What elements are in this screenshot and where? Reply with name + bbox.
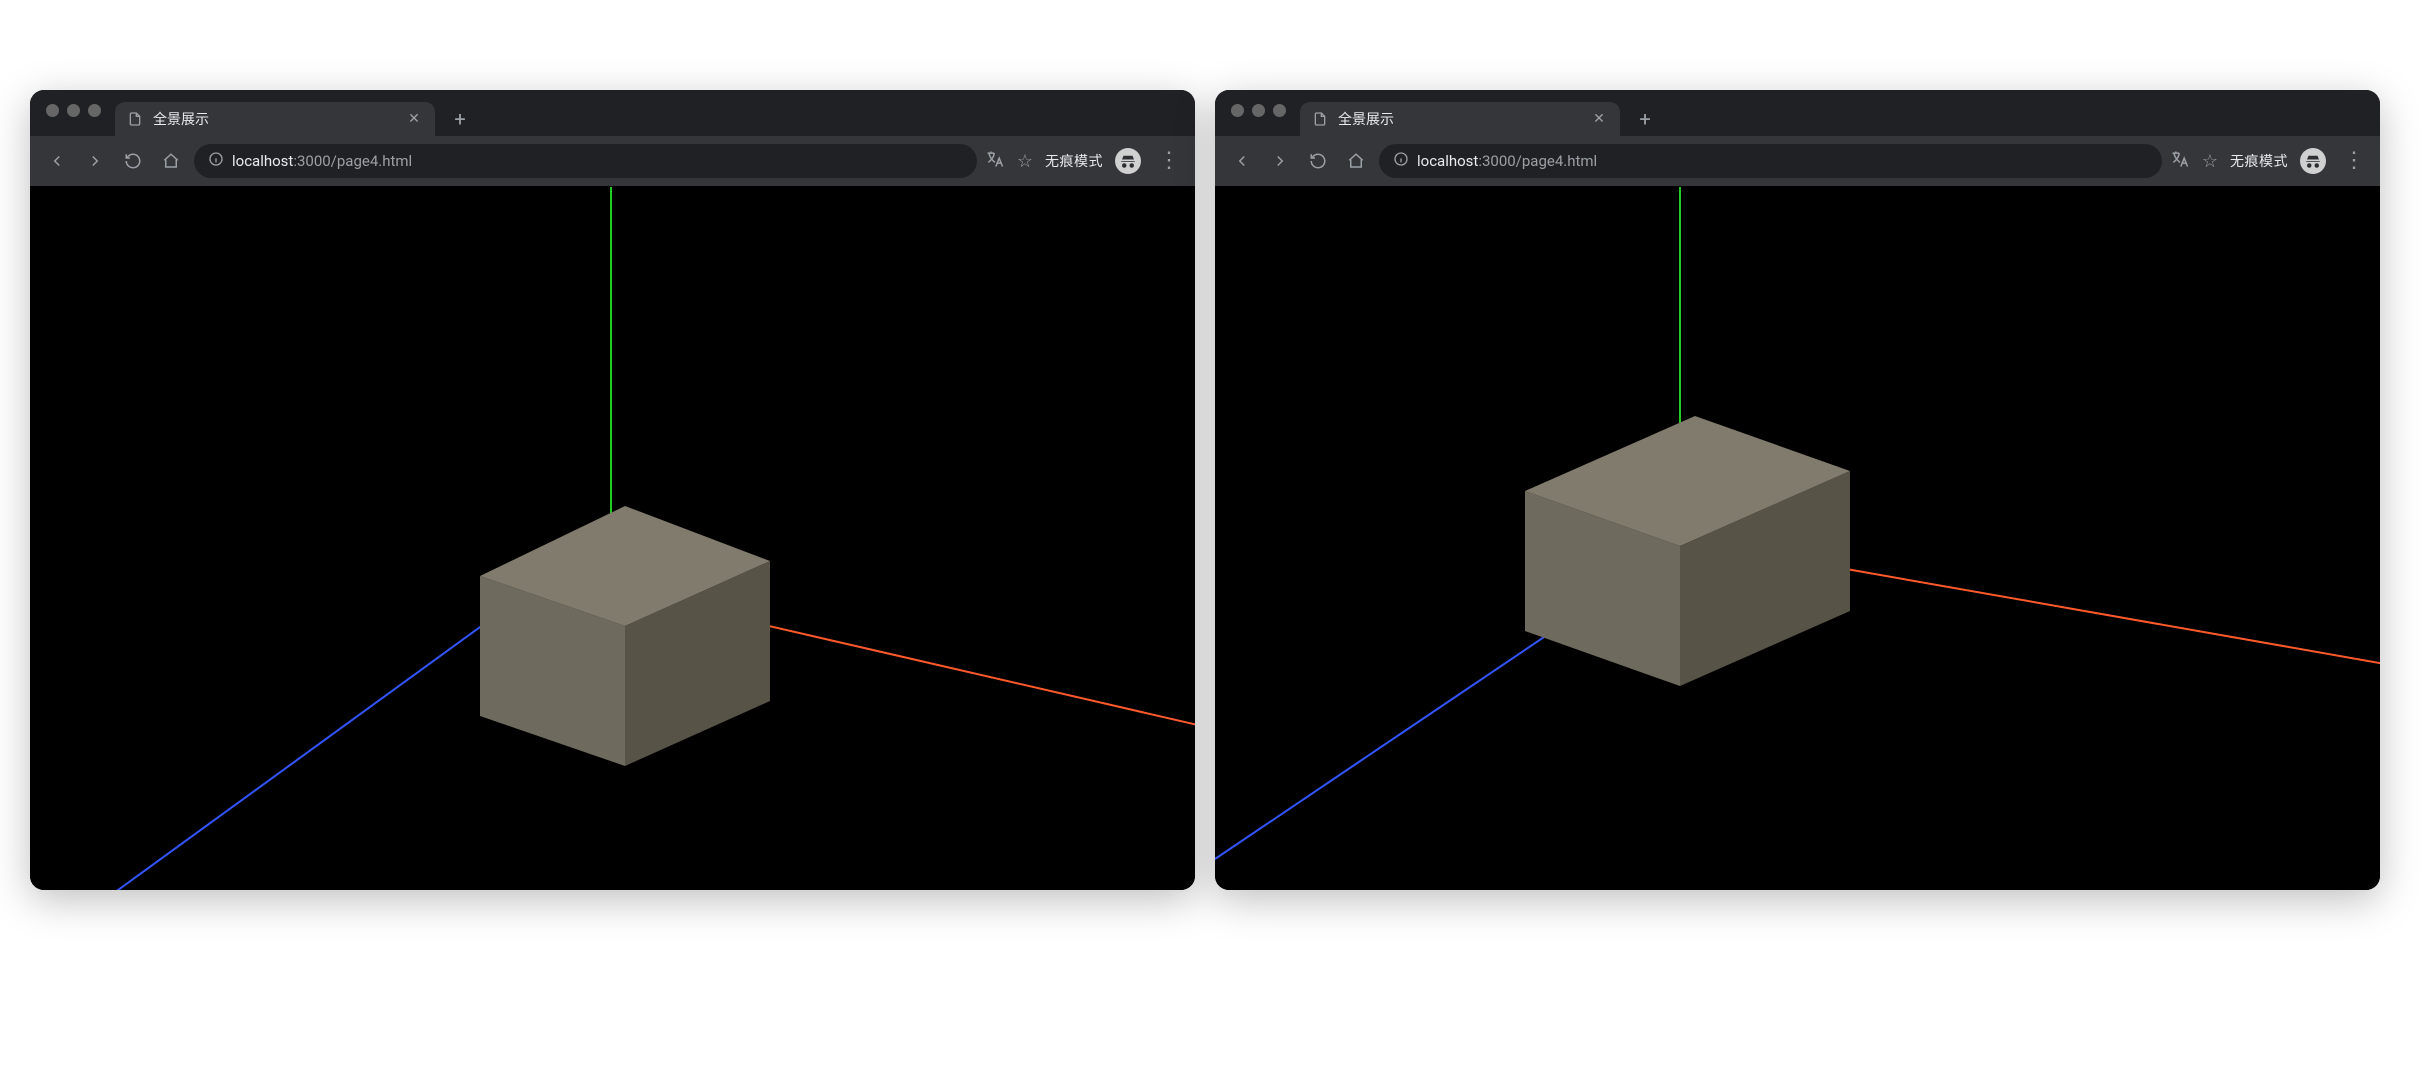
axis-x — [730, 616, 1195, 762]
url-text: localhost:3000/page4.html — [1417, 152, 1597, 170]
traffic-min-icon[interactable] — [1252, 104, 1265, 117]
traffic-close-icon[interactable] — [1231, 104, 1244, 117]
forward-button[interactable] — [1265, 146, 1295, 176]
page-content[interactable] — [1215, 186, 2380, 890]
threejs-scene[interactable] — [30, 186, 1195, 890]
plus-icon: + — [454, 109, 465, 129]
reload-icon — [124, 152, 142, 170]
back-button[interactable] — [42, 146, 72, 176]
tab-title: 全景展示 — [1338, 109, 1580, 129]
file-icon — [1312, 111, 1328, 127]
close-tab-button[interactable]: ✕ — [405, 110, 423, 128]
home-button[interactable] — [1341, 146, 1371, 176]
arrow-left-icon — [1233, 152, 1251, 170]
url-host: localhost — [232, 152, 293, 170]
bookmark-button[interactable]: ☆ — [2202, 151, 2218, 172]
window-traffic-lights — [1225, 90, 1290, 136]
traffic-max-icon[interactable] — [88, 104, 101, 117]
traffic-max-icon[interactable] — [1273, 104, 1286, 117]
close-tab-button[interactable]: ✕ — [1590, 110, 1608, 128]
browser-tab[interactable]: 全景展示 ✕ — [115, 102, 435, 136]
url-text: localhost:3000/page4.html — [232, 152, 412, 170]
arrow-left-icon — [48, 152, 66, 170]
home-icon — [1347, 152, 1365, 170]
threejs-scene[interactable] — [1215, 186, 2380, 890]
home-button[interactable] — [156, 146, 186, 176]
traffic-close-icon[interactable] — [46, 104, 59, 117]
site-info-icon[interactable] — [208, 151, 224, 171]
window-traffic-lights — [40, 90, 105, 136]
site-info-icon[interactable] — [1393, 151, 1409, 171]
traffic-min-icon[interactable] — [67, 104, 80, 117]
tab-strip: 全景展示 ✕ + — [30, 90, 1195, 136]
toolbar-right: ☆ 无痕模式 ⋮ — [985, 146, 1183, 176]
url-path: :3000/page4.html — [1478, 152, 1597, 170]
page-content[interactable] — [30, 186, 1195, 890]
incognito-badge[interactable] — [2300, 148, 2326, 174]
cuboid — [430, 506, 770, 766]
bookmark-button[interactable]: ☆ — [1017, 151, 1033, 172]
reload-button[interactable] — [1303, 146, 1333, 176]
incognito-label: 无痕模式 — [2230, 151, 2288, 171]
kebab-icon: ⋮ — [2343, 158, 2363, 165]
reload-button[interactable] — [118, 146, 148, 176]
tab-strip: 全景展示 ✕ + — [1215, 90, 2380, 136]
arrow-right-icon — [1271, 152, 1289, 170]
url-path: :3000/page4.html — [293, 152, 412, 170]
browser-window-b: 全景展示 ✕ + localhost:3 — [1215, 90, 2380, 890]
kebab-icon: ⋮ — [1158, 158, 1178, 165]
star-icon: ☆ — [2202, 151, 2218, 172]
incognito-label: 无痕模式 — [1045, 151, 1103, 171]
incognito-badge[interactable] — [1115, 148, 1141, 174]
toolbar-right: ☆ 无痕模式 ⋮ — [2170, 146, 2368, 176]
new-tab-button[interactable]: + — [1630, 104, 1660, 134]
tab-title: 全景展示 — [153, 109, 395, 129]
close-icon: ✕ — [1593, 111, 1605, 127]
arrow-right-icon — [86, 152, 104, 170]
menu-button[interactable]: ⋮ — [1153, 146, 1183, 176]
forward-button[interactable] — [80, 146, 110, 176]
translate-icon[interactable] — [985, 149, 1005, 173]
home-icon — [162, 152, 180, 170]
incognito-icon — [1119, 152, 1137, 170]
browser-window-a: 全景展示 ✕ + localhost:3 — [30, 90, 1195, 890]
browser-tab[interactable]: 全景展示 ✕ — [1300, 102, 1620, 136]
new-tab-button[interactable]: + — [445, 104, 475, 134]
menu-button[interactable]: ⋮ — [2338, 146, 2368, 176]
url-bar[interactable]: localhost:3000/page4.html — [194, 144, 977, 178]
cuboid — [1470, 416, 1850, 686]
axis-x — [1835, 566, 2380, 700]
browser-toolbar: localhost:3000/page4.html ☆ 无痕模式 ⋮ — [1215, 136, 2380, 186]
incognito-icon — [2304, 152, 2322, 170]
translate-icon[interactable] — [2170, 149, 2190, 173]
close-icon: ✕ — [408, 111, 420, 127]
plus-icon: + — [1639, 109, 1650, 129]
url-host: localhost — [1417, 152, 1478, 170]
reload-icon — [1309, 152, 1327, 170]
back-button[interactable] — [1227, 146, 1257, 176]
browser-toolbar: localhost:3000/page4.html ☆ 无痕模式 ⋮ — [30, 136, 1195, 186]
file-icon — [127, 111, 143, 127]
star-icon: ☆ — [1017, 151, 1033, 172]
url-bar[interactable]: localhost:3000/page4.html — [1379, 144, 2162, 178]
